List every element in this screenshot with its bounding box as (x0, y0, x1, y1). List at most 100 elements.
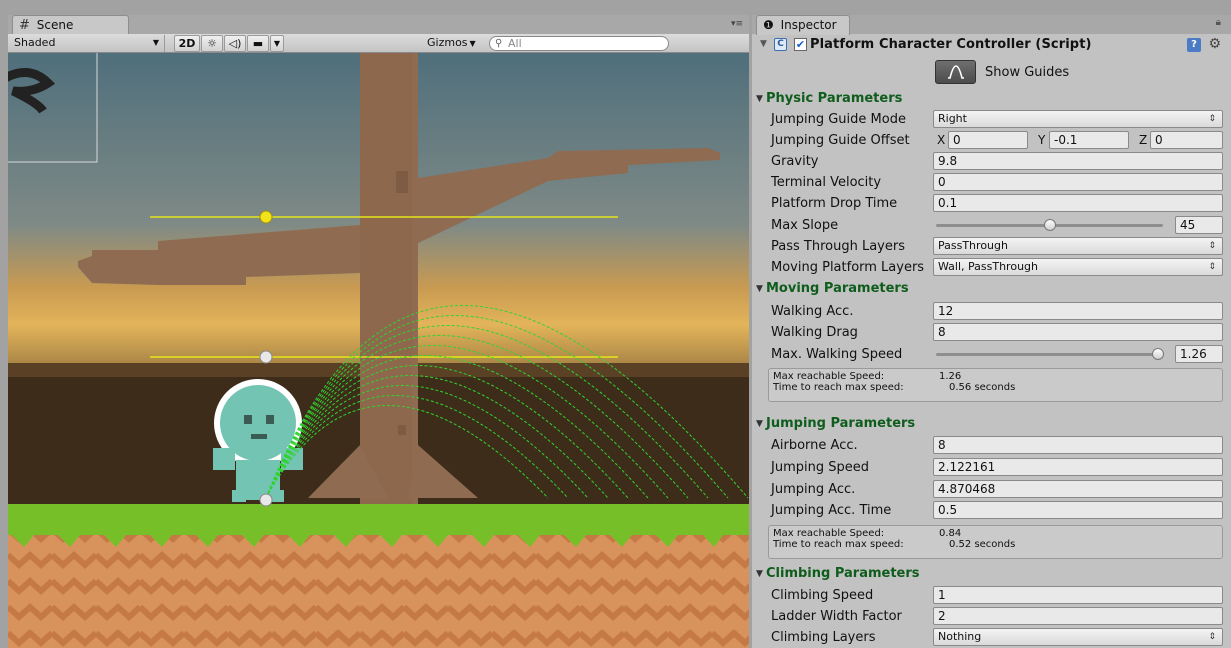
updown-arrows-icon: ⇕ (1208, 632, 1216, 642)
airborne-acc-field[interactable]: 8 (933, 436, 1223, 454)
scene-viewport[interactable] (8, 53, 749, 648)
jumping-acc-field[interactable]: 4.870468 (933, 480, 1223, 498)
scene-effects-button[interactable]: ▬ (247, 35, 269, 52)
walking-drag-field[interactable]: 8 (933, 323, 1223, 341)
scene-effects-dropdown[interactable]: ▼ (270, 35, 284, 52)
gizmos-dropdown[interactable]: Gizmos ▼ (423, 35, 483, 52)
jump-guide-icon (948, 65, 964, 79)
row-max-walking-speed: Max. Walking Speed 1.26 (752, 344, 1231, 365)
scene-lighting-button[interactable]: ☼ (201, 35, 223, 52)
row-moving-platform-layers: Moving Platform Layers Wall, PassThrough… (752, 257, 1231, 278)
max-slope-slider-knob[interactable] (1043, 219, 1056, 231)
show-guides-button[interactable] (935, 60, 976, 84)
component-header: ▼ C ✔ Platform Character Controller (Scr… (752, 35, 1231, 55)
chevron-down-icon: ▼ (273, 39, 281, 48)
row-climbing-speed: Climbing Speed 1 (752, 585, 1231, 606)
gear-icon[interactable]: ⚙ (1208, 36, 1221, 52)
fold-arrow-icon: ▼ (756, 94, 763, 104)
speaker-icon: ◁) (228, 37, 242, 50)
row-walking-acc: Walking Acc. 12 (752, 301, 1231, 322)
scene-panel: # Scene ▾≡ Shaded ▼ 2D ☼ ◁) ▬ ▼ Gizmos ▼ … (8, 15, 749, 648)
tab-inspector[interactable]: ❶ Inspector (756, 15, 850, 35)
physic-parameters-header[interactable]: ▼ Physic Parameters (752, 89, 1231, 109)
row-jumping-guide-mode: Jumping Guide Mode Right ⇕ (752, 109, 1231, 130)
terminal-velocity-field[interactable]: 0 (933, 173, 1223, 191)
pass-through-layers-dropdown[interactable]: PassThrough ⇕ (933, 237, 1223, 255)
scene-tab-label: Scene (36, 18, 74, 32)
moving-parameters-header[interactable]: ▼ Moving Parameters (752, 279, 1231, 299)
row-climbing-layers: Climbing Layers Nothing ⇕ (752, 627, 1231, 648)
gravity-field[interactable]: 9.8 (933, 152, 1223, 170)
toggle-2d-button[interactable]: 2D (174, 35, 200, 52)
max-walking-speed-field[interactable]: 1.26 (1175, 345, 1223, 363)
row-walking-drag: Walking Drag 8 (752, 322, 1231, 343)
info-icon: ❶ (763, 18, 774, 32)
jump-origin-handle[interactable] (259, 493, 273, 507)
sun-icon: ☼ (207, 37, 217, 50)
component-title: Platform Character Controller (Script) (810, 37, 1092, 52)
shading-mode-value: Shaded (14, 36, 56, 49)
row-platform-drop-time: Platform Drop Time 0.1 (752, 193, 1231, 214)
image-icon: ▬ (252, 37, 264, 50)
walking-acc-field[interactable]: 12 (933, 302, 1223, 320)
fold-arrow-icon: ▼ (756, 284, 763, 294)
jumping-acc-time-field[interactable]: 0.5 (933, 501, 1223, 519)
max-slope-field[interactable]: 45 (1175, 216, 1223, 234)
row-gravity: Gravity 9.8 (752, 151, 1231, 172)
max-walking-speed-slider-knob[interactable] (1152, 348, 1164, 360)
script-icon: C (774, 38, 787, 51)
offset-x-field[interactable]: 0 (948, 131, 1028, 149)
scene-search-input[interactable]: ⚲ All (489, 36, 669, 51)
show-guides-label: Show Guides (985, 65, 1070, 80)
jumping-speed-field[interactable]: 2.122161 (933, 458, 1223, 476)
max-walking-speed-slider-track[interactable] (936, 353, 1158, 356)
search-icon: ⚲ (495, 38, 503, 49)
tab-scene[interactable]: # Scene (12, 15, 129, 35)
row-jumping-guide-offset: Jumping Guide Offset X 0 Y -0.1 Z 0 (752, 130, 1231, 151)
inspector-tab-label: Inspector (780, 18, 837, 32)
climbing-speed-field[interactable]: 1 (933, 586, 1223, 604)
climbing-parameters-header[interactable]: ▼ Climbing Parameters (752, 564, 1231, 584)
updown-arrows-icon: ⇕ (1208, 114, 1216, 124)
climbing-layers-dropdown[interactable]: Nothing ⇕ (933, 628, 1223, 646)
help-icon[interactable]: ? (1187, 38, 1201, 52)
row-airborne-acc: Airborne Acc. 8 (752, 435, 1231, 456)
offset-y-field[interactable]: -0.1 (1049, 131, 1129, 149)
chevron-down-icon: ▼ (469, 39, 476, 48)
row-pass-through-layers: Pass Through Layers PassThrough ⇕ (752, 236, 1231, 257)
fold-arrow-icon[interactable]: ▼ (760, 39, 767, 49)
max-height-handle[interactable] (259, 210, 273, 224)
updown-arrows-icon: ⇕ (1208, 262, 1216, 272)
inspector-tabbar: ❶ Inspector 🔒︎ (752, 15, 1231, 35)
row-max-slope: Max Slope 45 (752, 215, 1231, 236)
fold-arrow-icon: ▼ (756, 569, 763, 579)
moving-info-box: Max reachable Speed: 1.26 Time to reach m… (768, 368, 1223, 402)
updown-arrows-icon: ⇕ (1208, 241, 1216, 251)
row-ladder-width-factor: Ladder Width Factor 2 (752, 606, 1231, 627)
panel-menu-icon[interactable]: ▾≡ (731, 19, 743, 29)
scene-tabbar: # Scene ▾≡ (8, 15, 749, 35)
ladder-width-factor-field[interactable]: 2 (933, 607, 1223, 625)
jumping-info-box: Max reachable Speed: 0.84 Time to reach m… (768, 525, 1223, 559)
min-height-handle[interactable] (259, 350, 273, 364)
jumping-guide-mode-dropdown[interactable]: Right ⇕ (933, 110, 1223, 128)
moving-platform-layers-dropdown[interactable]: Wall, PassThrough ⇕ (933, 258, 1223, 276)
lock-icon[interactable]: 🔒︎ (1216, 17, 1221, 28)
scene-grid-icon: # (19, 18, 30, 33)
chevron-down-icon: ▼ (152, 38, 159, 47)
search-placeholder: All (508, 37, 522, 50)
scene-audio-button[interactable]: ◁) (224, 35, 246, 52)
row-jumping-speed: Jumping Speed 2.122161 (752, 457, 1231, 478)
row-terminal-velocity: Terminal Velocity 0 (752, 172, 1231, 193)
row-jumping-acc-time: Jumping Acc. Time 0.5 (752, 500, 1231, 521)
component-enabled-checkbox[interactable]: ✔ (794, 38, 807, 51)
scene-toolbar: Shaded ▼ 2D ☼ ◁) ▬ ▼ Gizmos ▼ ⚲ All (8, 34, 749, 53)
gizmos-label: Gizmos (427, 36, 468, 49)
jumping-parameters-header[interactable]: ▼ Jumping Parameters (752, 414, 1231, 434)
row-jumping-acc: Jumping Acc. 4.870468 (752, 479, 1231, 500)
offset-z-field[interactable]: 0 (1150, 131, 1223, 149)
shading-mode-dropdown[interactable]: Shaded ▼ (10, 35, 165, 52)
platform-drop-time-field[interactable]: 0.1 (933, 194, 1223, 212)
scene-render (8, 53, 749, 648)
inspector-panel: ❶ Inspector 🔒︎ ▼ C ✔ Platform Character … (752, 15, 1231, 648)
